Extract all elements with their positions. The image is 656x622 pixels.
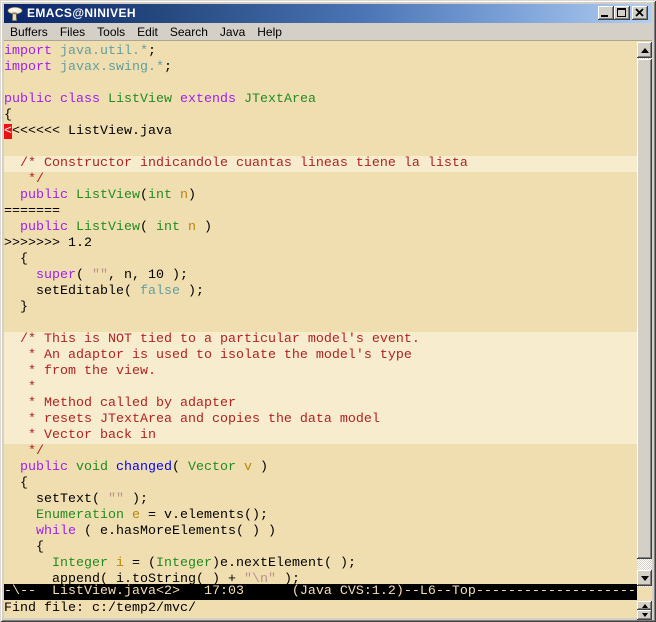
code-line: public class ListView extends JTextArea xyxy=(4,92,637,108)
title-bar[interactable]: EMACS@NINIVEH xyxy=(4,4,652,23)
scrollbar-thumb[interactable] xyxy=(637,59,652,559)
code-line: */ xyxy=(4,444,637,460)
code-line: setEditable( false ); xyxy=(4,284,637,300)
code-line: ======= xyxy=(4,204,637,220)
menu-buffers[interactable]: Buffers xyxy=(4,24,54,40)
menu-bar: Buffers Files Tools Edit Search Java Hel… xyxy=(4,23,652,41)
emacs-application-window: EMACS@NINIVEH Buffers Files Tools Edit S… xyxy=(0,0,656,622)
code-line: >>>>>>> 1.2 xyxy=(4,236,637,252)
code-line xyxy=(4,316,637,332)
close-icon xyxy=(635,8,644,17)
maximize-icon xyxy=(617,8,626,17)
code-line: * resets JTextArea and copies the data m… xyxy=(4,412,637,428)
mini-down-arrow-icon xyxy=(642,613,648,617)
code-line: /* This is NOT tied to a particular mode… xyxy=(4,332,637,348)
minimize-icon xyxy=(601,15,608,17)
code-line xyxy=(4,140,637,156)
code-line: { xyxy=(4,252,637,268)
code-line: public ListView( int n ) xyxy=(4,220,637,236)
menu-edit[interactable]: Edit xyxy=(131,24,164,40)
code-line: } xyxy=(4,300,637,316)
code-line: while ( e.hasMoreElements( ) ) xyxy=(4,524,637,540)
close-button[interactable] xyxy=(632,6,648,20)
code-line: * from the view. xyxy=(4,364,637,380)
code-line xyxy=(4,76,637,92)
code-line: import javax.swing.*; xyxy=(4,60,637,76)
menu-files[interactable]: Files xyxy=(54,24,91,40)
minibuffer-scroll-down-button[interactable] xyxy=(637,610,652,620)
code-line: public ListView(int n) xyxy=(4,188,637,204)
maximize-button[interactable] xyxy=(614,6,630,20)
code-line: { xyxy=(4,540,637,556)
minimize-button[interactable] xyxy=(598,6,614,20)
down-arrow-icon xyxy=(641,576,649,581)
scrollbar-area xyxy=(637,41,652,618)
menu-tools[interactable]: Tools xyxy=(91,24,131,40)
code-line: public void changed( Vector v ) xyxy=(4,460,637,476)
minibuffer-scroll-up-button[interactable] xyxy=(637,601,652,610)
menu-java[interactable]: Java xyxy=(214,24,251,40)
minibuffer[interactable]: Find file: c:/temp2/mvc/ xyxy=(4,601,637,618)
code-line: /* Constructor indicandole cuantas linea… xyxy=(4,156,637,172)
buffer-text[interactable]: import java.util.*;import javax.swing.*;… xyxy=(4,44,637,585)
titlebar-buttons xyxy=(598,6,648,20)
code-line: Enumeration e = v.elements(); xyxy=(4,508,637,524)
code-line: */ xyxy=(4,172,637,188)
code-line: * Vector back in xyxy=(4,428,637,444)
code-line: <<<<<<< ListView.java xyxy=(4,124,637,140)
code-line: super( "", n, 10 ); xyxy=(4,268,637,284)
code-line: setText( "" ); xyxy=(4,492,637,508)
mode-line[interactable]: -\-- ListView.java<2> 17:03 (Java CVS:1.… xyxy=(4,584,637,600)
code-line: * xyxy=(4,380,637,396)
code-line: Integer i = (Integer)e.nextElement( ); xyxy=(4,556,637,572)
buffer-window[interactable]: import java.util.*;import javax.swing.*;… xyxy=(4,41,637,618)
code-line: * Method called by adapter xyxy=(4,396,637,412)
scrollbar-up-button[interactable] xyxy=(637,42,652,58)
menu-search[interactable]: Search xyxy=(164,24,214,40)
code-line: import java.util.*; xyxy=(4,44,637,60)
emacs-app-icon[interactable] xyxy=(7,6,23,22)
code-line: * An adaptor is used to isolate the mode… xyxy=(4,348,637,364)
window-title: EMACS@NINIVEH xyxy=(27,4,136,23)
menu-help[interactable]: Help xyxy=(251,24,288,40)
code-line: { xyxy=(4,108,637,124)
text-cursor: < xyxy=(4,124,12,139)
client-area: import java.util.*;import javax.swing.*;… xyxy=(4,41,652,618)
code-line: { xyxy=(4,476,637,492)
scrollbar-down-button[interactable] xyxy=(637,570,652,586)
up-arrow-icon xyxy=(641,48,649,53)
mini-up-arrow-icon xyxy=(642,604,648,608)
